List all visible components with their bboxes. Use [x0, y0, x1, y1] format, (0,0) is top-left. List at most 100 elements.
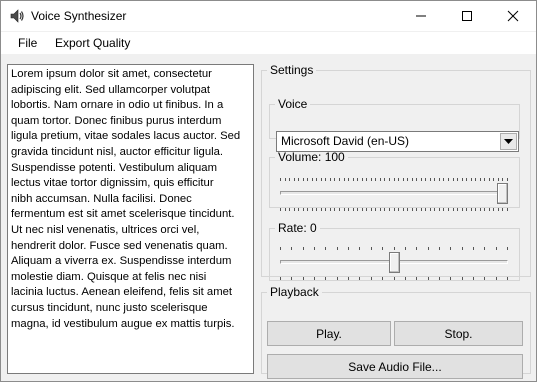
volume-tick	[298, 178, 299, 181]
volume-tick	[330, 208, 331, 211]
menu-bar: File Export Quality	[1, 32, 536, 54]
volume-tick	[321, 208, 322, 211]
volume-tick	[502, 208, 503, 211]
menu-export-quality[interactable]: Export Quality	[55, 36, 130, 50]
rate-tick	[303, 277, 304, 280]
volume-tick	[353, 208, 354, 211]
volume-tick	[466, 178, 467, 181]
volume-tick	[321, 178, 322, 181]
volume-tick	[394, 178, 395, 181]
rate-slider-thumb[interactable]	[389, 252, 400, 273]
rate-tick	[348, 277, 349, 280]
volume-tick	[334, 178, 335, 181]
volume-tick	[434, 208, 435, 211]
rate-tick	[473, 277, 474, 280]
save-audio-button[interactable]: Save Audio File...	[267, 354, 523, 379]
rate-tick	[337, 247, 338, 250]
close-icon	[507, 10, 519, 22]
volume-tick	[303, 178, 304, 181]
volume-tick	[344, 178, 345, 181]
volume-tick	[462, 178, 463, 181]
volume-tick	[412, 178, 413, 181]
voice-select[interactable]: Microsoft David (en-US)	[276, 131, 519, 152]
volume-ticks-bottom	[280, 208, 508, 211]
rate-slider[interactable]	[280, 247, 508, 281]
title-bar[interactable]: Voice Synthesizer	[1, 1, 536, 31]
volume-tick	[294, 178, 295, 181]
rate-tick	[325, 247, 326, 250]
rate-tick	[462, 277, 463, 280]
rate-tick	[484, 277, 485, 280]
rate-tick	[462, 247, 463, 250]
playback-group: Playback Play. Stop. Save Audio File...	[261, 285, 531, 379]
volume-tick	[398, 208, 399, 211]
close-button[interactable]	[490, 1, 536, 31]
volume-tick	[348, 178, 349, 181]
volume-tick	[421, 178, 422, 181]
volume-tick	[448, 208, 449, 211]
volume-tick	[339, 178, 340, 181]
volume-tick	[407, 178, 408, 181]
volume-tick	[407, 208, 408, 211]
volume-tick	[471, 208, 472, 211]
volume-tick	[448, 178, 449, 181]
rate-tick	[439, 247, 440, 250]
rate-tick	[359, 277, 360, 280]
rate-tick	[394, 247, 395, 250]
menu-file[interactable]: File	[18, 36, 37, 50]
rate-tick	[280, 247, 281, 250]
minimize-button[interactable]	[398, 1, 444, 31]
rate-tick	[291, 247, 292, 250]
settings-group: Settings Voice Microsoft David (en-US) V…	[261, 63, 531, 281]
volume-tick	[371, 178, 372, 181]
volume-tick	[498, 208, 499, 211]
chevron-down-icon[interactable]	[500, 133, 517, 150]
volume-tick	[380, 208, 381, 211]
main-window: Voice Synthesizer File Export Quality Lo…	[0, 0, 537, 382]
rate-tick	[405, 247, 406, 250]
volume-tick	[403, 208, 404, 211]
volume-tick	[466, 208, 467, 211]
speaker-icon	[9, 8, 25, 24]
volume-tick	[434, 178, 435, 181]
playback-legend: Playback	[270, 285, 319, 299]
rate-tick	[314, 247, 315, 250]
voice-group: Voice Microsoft David (en-US)	[269, 97, 520, 152]
rate-tick	[371, 247, 372, 250]
volume-tick	[380, 178, 381, 181]
rate-ticks-bottom	[280, 277, 508, 280]
volume-tick	[348, 208, 349, 211]
volume-tick	[316, 178, 317, 181]
rate-tick	[371, 277, 372, 280]
volume-tick	[289, 178, 290, 181]
volume-tick	[307, 208, 308, 211]
volume-tick	[412, 208, 413, 211]
rate-tick	[450, 277, 451, 280]
volume-tick	[366, 208, 367, 211]
rate-tick	[496, 247, 497, 250]
maximize-button[interactable]	[444, 1, 490, 31]
volume-group: Volume: 100	[269, 150, 520, 211]
volume-tick	[498, 178, 499, 181]
volume-tick	[307, 178, 308, 181]
volume-tick	[366, 178, 367, 181]
volume-tick	[339, 208, 340, 211]
volume-tick	[493, 208, 494, 211]
play-button[interactable]: Play.	[267, 321, 391, 346]
volume-slider[interactable]	[280, 178, 508, 212]
volume-tick	[362, 208, 363, 211]
volume-tick	[453, 178, 454, 181]
rate-tick	[382, 277, 383, 280]
volume-slider-thumb[interactable]	[497, 183, 508, 204]
volume-tick	[325, 208, 326, 211]
volume-tick	[394, 208, 395, 211]
volume-tick	[389, 208, 390, 211]
rate-tick	[337, 277, 338, 280]
volume-tick	[384, 178, 385, 181]
volume-tick	[493, 178, 494, 181]
rate-tick	[348, 247, 349, 250]
volume-tick	[484, 208, 485, 211]
stop-button[interactable]: Stop.	[394, 321, 523, 346]
volume-tick	[489, 208, 490, 211]
text-input[interactable]: Lorem ipsum dolor sit amet, consectetur …	[7, 64, 254, 374]
